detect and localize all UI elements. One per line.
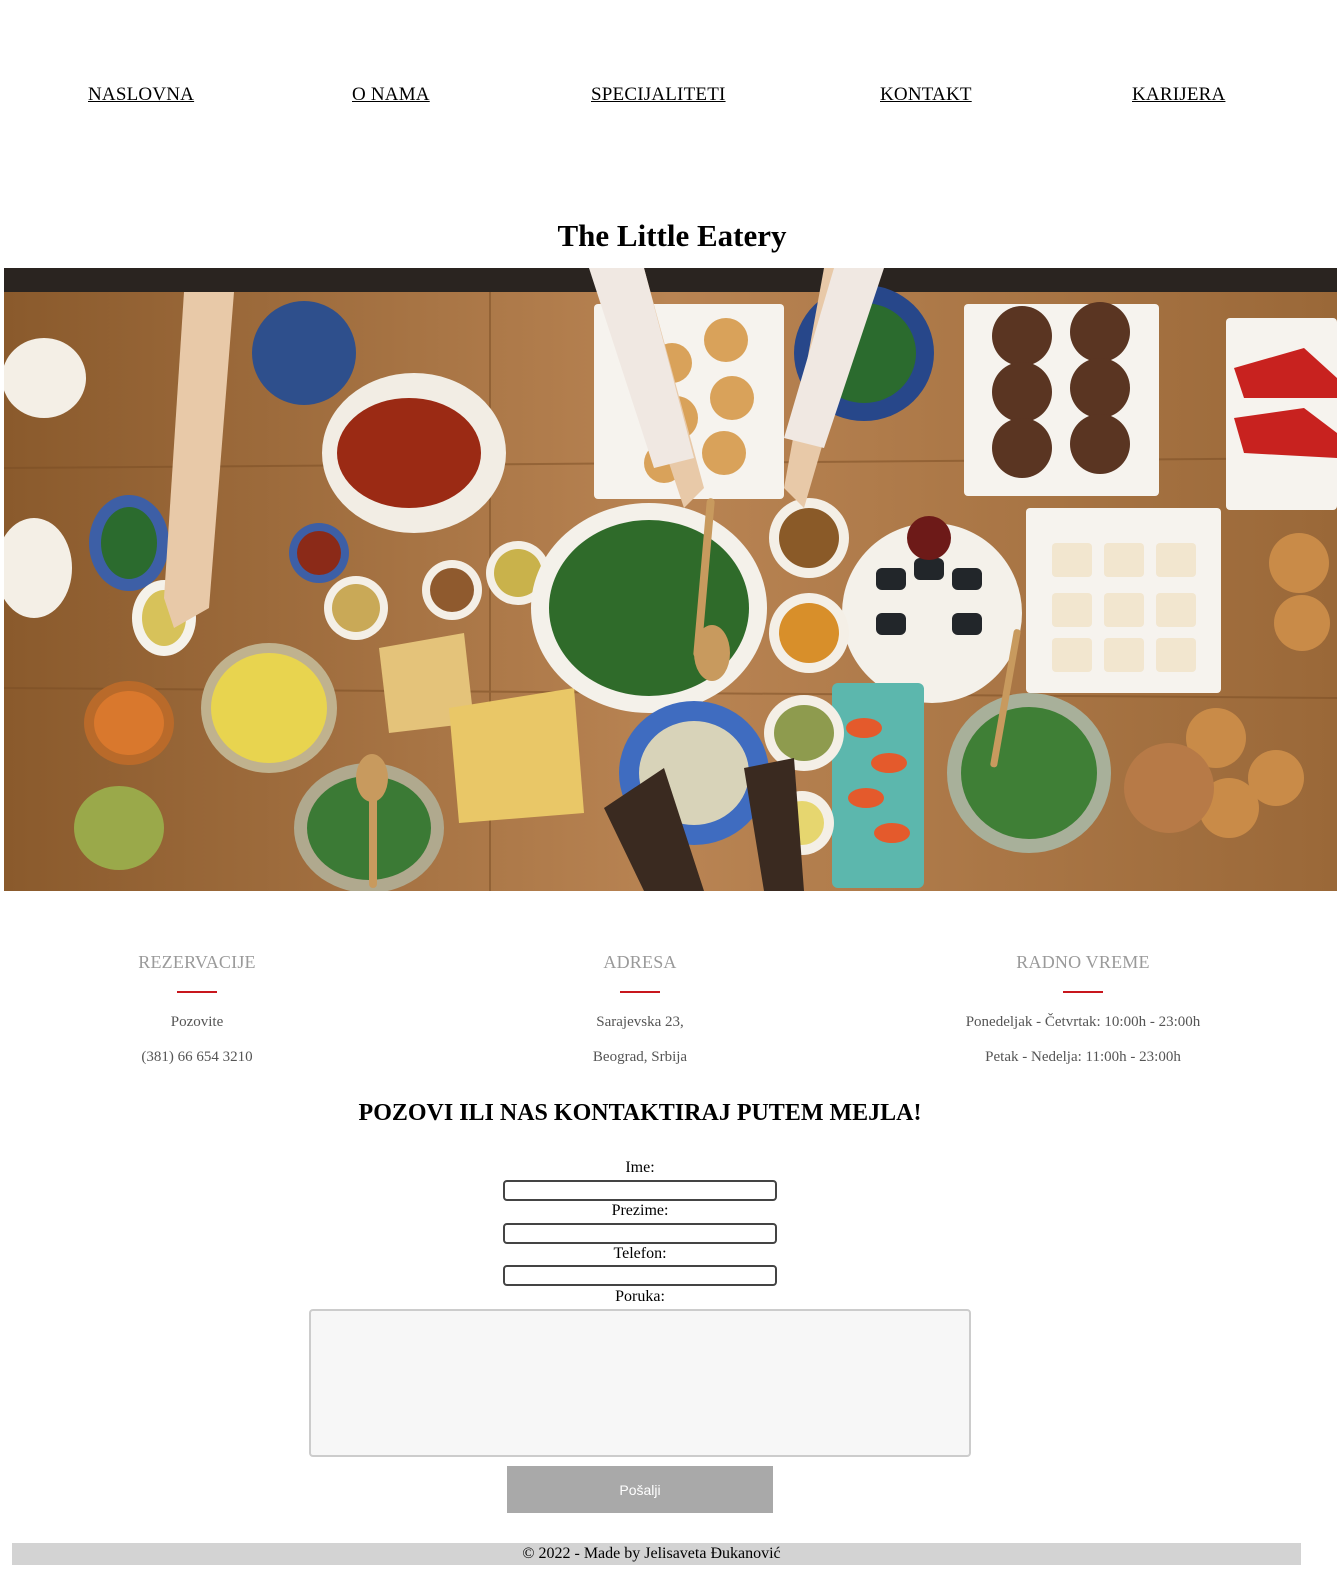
hours-column: RADNO VREME Ponedeljak - Četvrtak: 10:00… <box>873 952 1293 1075</box>
site-title: The Little Eatery <box>557 218 787 253</box>
phone-label: Telefon: <box>613 1245 667 1262</box>
heading-divider <box>1063 991 1103 993</box>
main-nav: NASLOVNA O NAMA SPECIJALITETI KONTAKT KA… <box>0 84 1344 110</box>
address-column: ADRESA Sarajevska 23, Beograd, Srbija <box>430 952 850 1075</box>
reservations-phone: (381) 66 654 3210 <box>141 1049 253 1065</box>
address-heading: ADRESA <box>603 952 677 972</box>
nav-link-karijera[interactable]: KARIJERA <box>1132 84 1225 106</box>
reservations-heading: REZERVACIJE <box>138 952 256 972</box>
heading-divider <box>177 991 217 993</box>
message-label: Poruka: <box>615 1288 665 1305</box>
first-name-input[interactable] <box>503 1180 777 1201</box>
nav-link-naslovna[interactable]: NASLOVNA <box>88 84 194 106</box>
nav-link-kontakt[interactable]: KONTAKT <box>880 84 972 106</box>
footer-text: © 2022 - Made by Jelisaveta Đukanović <box>522 1545 781 1562</box>
hours-weekdays: Ponedeljak - Četvrtak: 10:00h - 23:00h <box>965 1014 1201 1030</box>
hours-weekend: Petak - Nedelja: 11:00h - 23:00h <box>985 1049 1181 1065</box>
nav-link-o-nama[interactable]: O NAMA <box>352 84 430 106</box>
contact-heading: POZOVI ILI NAS KONTAKTIRAJ PUTEM MEJLA! <box>358 1100 922 1126</box>
reservations-text: Pozovite <box>170 1014 224 1030</box>
hero-image <box>4 268 1337 891</box>
food-table-illustration <box>4 268 1337 891</box>
submit-button[interactable]: Pošalji <box>507 1466 773 1513</box>
last-name-label: Prezime: <box>611 1202 669 1219</box>
phone-input[interactable] <box>503 1265 777 1286</box>
address-city: Beograd, Srbija <box>592 1049 688 1065</box>
last-name-input[interactable] <box>503 1223 777 1244</box>
first-name-label: Ime: <box>625 1159 655 1176</box>
nav-link-specijaliteti[interactable]: SPECIJALITETI <box>591 84 726 106</box>
address-street: Sarajevska 23, <box>596 1014 684 1030</box>
hours-heading: RADNO VREME <box>1016 952 1150 972</box>
footer: © 2022 - Made by Jelisaveta Đukanović <box>12 1543 1301 1565</box>
heading-divider <box>620 991 660 993</box>
message-textarea[interactable] <box>309 1309 971 1457</box>
reservations-column: REZERVACIJE Pozovite (381) 66 654 3210 <box>0 952 407 1075</box>
